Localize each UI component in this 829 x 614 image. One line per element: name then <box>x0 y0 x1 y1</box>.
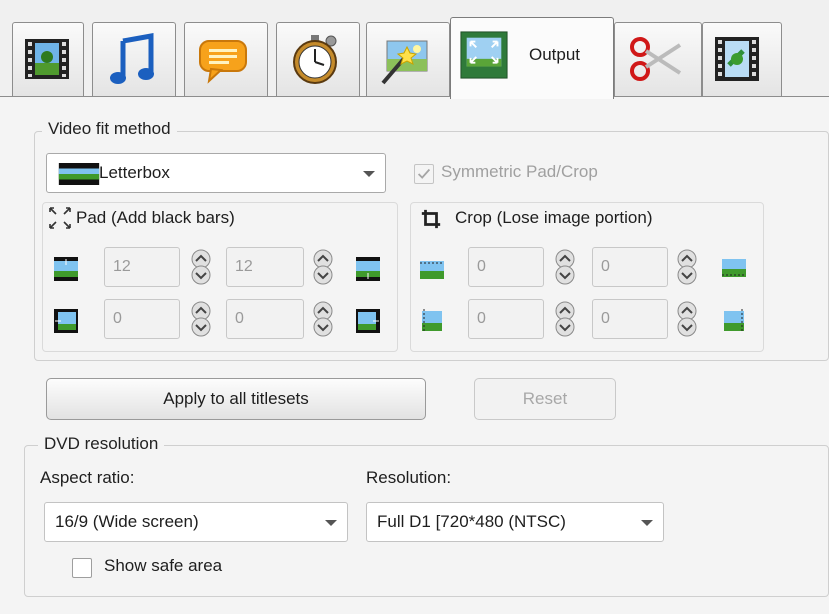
crop-top-input[interactable]: 0 <box>468 247 544 287</box>
fit-method-select[interactable]: Letterbox <box>46 153 386 193</box>
pad-bottom-spinner[interactable] <box>310 249 336 285</box>
pad-bottom-icon <box>356 257 380 281</box>
pad-top-input[interactable]: 12 <box>104 247 180 287</box>
fit-method-value: Letterbox <box>99 163 170 182</box>
tab-music[interactable] <box>92 22 176 96</box>
show-safe-area-checkbox[interactable] <box>72 558 92 578</box>
tab-link[interactable] <box>702 22 782 96</box>
tab-slides[interactable] <box>12 22 84 96</box>
resolution-value: Full D1 [720*480 (NTSC) <box>377 512 566 531</box>
stopwatch-icon <box>293 35 337 84</box>
checkmark-icon <box>417 168 431 179</box>
aspect-ratio-label: Aspect ratio: <box>40 468 135 487</box>
pad-left-spinner[interactable] <box>188 301 214 337</box>
fit-screen-icon <box>460 31 508 79</box>
crop-right-spinner[interactable] <box>674 301 700 337</box>
chevron-down-icon[interactable] <box>635 510 657 534</box>
pad-icon <box>49 207 71 229</box>
aspect-ratio-value: 16/9 (Wide screen) <box>55 512 199 531</box>
magic-wand-image-icon <box>381 40 428 85</box>
pad-left-icon <box>54 309 78 333</box>
show-safe-area-label: Show safe area <box>104 556 223 575</box>
dvd-resolution-group-label: DVD resolution <box>38 434 165 454</box>
resolution-select[interactable]: Full D1 [720*480 (NTSC) <box>366 502 664 542</box>
tab-strip: Output <box>0 0 829 99</box>
crop-top-spinner[interactable] <box>552 249 578 285</box>
crop-left-spinner[interactable] <box>552 301 578 337</box>
crop-left-icon <box>422 309 442 333</box>
crop-bottom-icon <box>722 259 746 277</box>
pad-left-input[interactable]: 0 <box>104 299 180 339</box>
letterbox-icon <box>58 163 100 185</box>
apply-all-titlesets-button[interactable]: Apply to all titlesets <box>46 378 426 420</box>
symmetric-label: Symmetric Pad/Crop <box>441 162 598 181</box>
tab-effects[interactable] <box>366 22 450 96</box>
reset-button[interactable]: Reset <box>474 378 616 420</box>
crop-label: Crop (Lose image portion) <box>455 208 653 227</box>
pad-right-spinner[interactable] <box>310 301 336 337</box>
crop-bottom-spinner[interactable] <box>674 249 700 285</box>
filmstrip-image-icon <box>25 39 69 79</box>
tab-output-label: Output <box>529 45 581 64</box>
tab-output[interactable]: Output <box>450 17 614 99</box>
scissors-icon <box>630 37 682 81</box>
crop-right-input[interactable]: 0 <box>592 299 668 339</box>
speech-bubble-icon <box>199 40 247 84</box>
video-fit-group-label: Video fit method <box>42 119 177 139</box>
pad-bottom-input[interactable]: 12 <box>226 247 304 287</box>
pad-label: Pad (Add black bars) <box>76 208 235 227</box>
tab-trim[interactable] <box>614 22 702 96</box>
chevron-down-icon[interactable] <box>357 161 379 185</box>
pad-right-icon <box>356 309 380 333</box>
crop-left-input[interactable]: 0 <box>468 299 544 339</box>
tab-subtitles[interactable] <box>184 22 268 96</box>
film-link-icon <box>715 37 759 81</box>
crop-icon <box>421 209 441 229</box>
resolution-label: Resolution: <box>366 468 452 487</box>
chevron-down-icon[interactable] <box>319 510 341 534</box>
tab-timing[interactable] <box>276 22 360 96</box>
pad-top-icon <box>54 257 78 281</box>
symmetric-checkbox[interactable] <box>414 164 434 184</box>
music-note-icon <box>110 33 154 84</box>
crop-right-icon <box>724 309 744 333</box>
aspect-ratio-select[interactable]: 16/9 (Wide screen) <box>44 502 348 542</box>
pad-top-spinner[interactable] <box>188 249 214 285</box>
crop-top-icon <box>420 261 444 279</box>
pad-right-input[interactable]: 0 <box>226 299 304 339</box>
crop-bottom-input[interactable]: 0 <box>592 247 668 287</box>
